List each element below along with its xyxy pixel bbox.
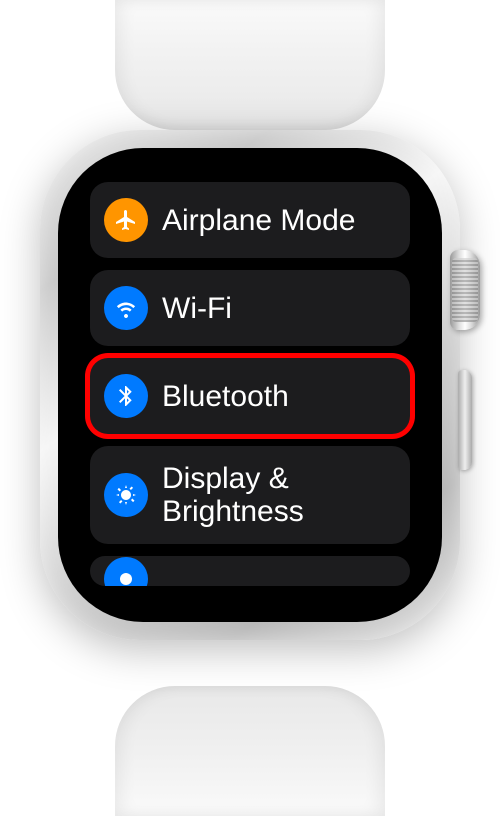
list-item-bluetooth[interactable]: Bluetooth [90, 358, 410, 434]
watch-band-bottom [115, 686, 385, 816]
list-item-label: Wi-Fi [162, 292, 232, 325]
side-button[interactable] [458, 370, 472, 470]
screen: Settings 5:38 Airplane Mode Wi-Fi [76, 166, 424, 604]
watch-case: Settings 5:38 Airplane Mode Wi-Fi [40, 130, 460, 640]
watch-band-top [115, 0, 385, 130]
watch-bezel: Settings 5:38 Airplane Mode Wi-Fi [58, 148, 442, 622]
settings-list[interactable]: Airplane Mode Wi-Fi Bluetooth [76, 182, 424, 586]
generic-icon [104, 557, 148, 586]
brightness-icon [104, 473, 148, 517]
list-item-label: Airplane Mode [162, 204, 355, 237]
wifi-icon [104, 286, 148, 330]
list-item-partial[interactable] [90, 556, 410, 586]
airplane-icon [104, 198, 148, 242]
list-item-airplane-mode[interactable]: Airplane Mode [90, 182, 410, 258]
list-item-label: Display & Brightness [162, 462, 396, 528]
list-item-label: Bluetooth [162, 380, 289, 413]
list-item-display-brightness[interactable]: Display & Brightness [90, 446, 410, 544]
bluetooth-icon [104, 374, 148, 418]
digital-crown[interactable] [450, 250, 480, 330]
list-item-wifi[interactable]: Wi-Fi [90, 270, 410, 346]
